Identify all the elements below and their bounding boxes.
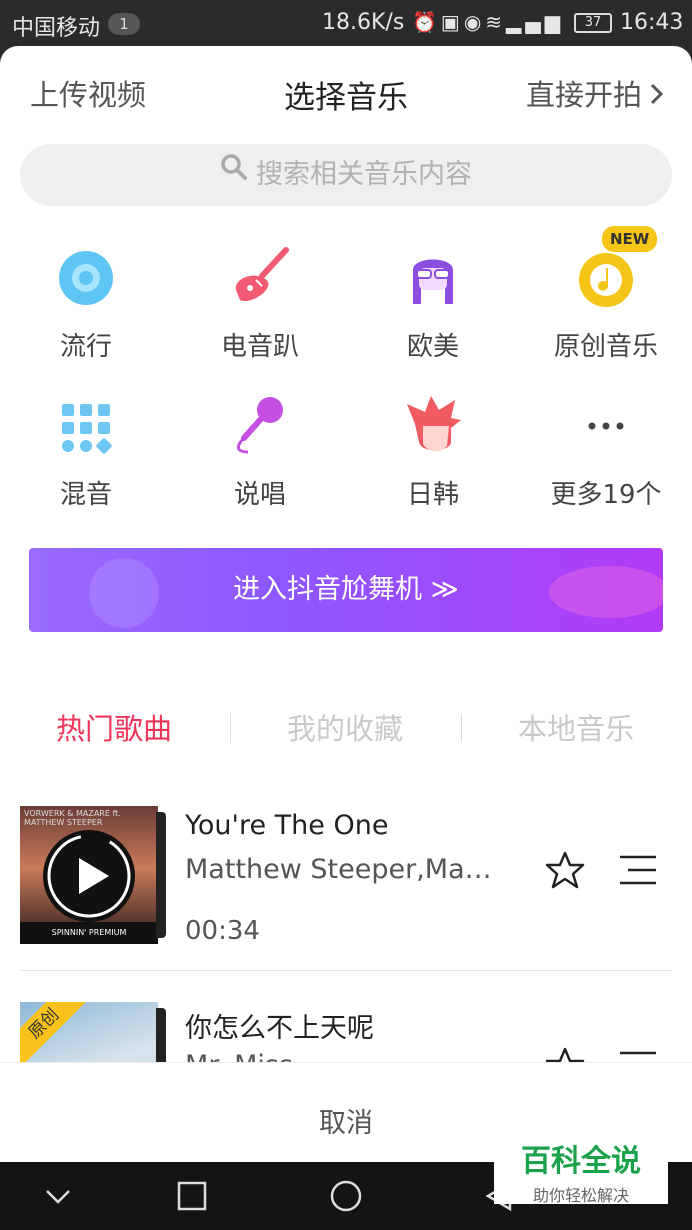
new-badge: NEW xyxy=(602,226,658,252)
clock: 16:43 xyxy=(620,10,684,35)
category-original[interactable]: 原创音乐 xyxy=(526,246,686,363)
category-label: 更多19个 xyxy=(550,480,662,510)
sunglasses-face-icon xyxy=(401,246,465,310)
watermark: 百科全说 助你轻松解决 xyxy=(494,1130,668,1205)
grid-dots-icon xyxy=(54,394,118,458)
category-jpkr[interactable]: 日韩 xyxy=(353,394,513,511)
category-western[interactable]: 欧美 xyxy=(353,246,513,363)
cover-footer: SPINNIN' PREMIUM xyxy=(20,922,158,944)
category-label: 流行 xyxy=(59,332,112,362)
menu-lines-icon[interactable] xyxy=(618,854,658,890)
tab-divider xyxy=(230,714,231,742)
music-tabs: 热门歌曲 我的收藏 本地音乐 xyxy=(0,706,692,766)
song-title: You're The One xyxy=(185,810,389,841)
electric-guitar-icon xyxy=(228,246,292,310)
vinyl-edge xyxy=(156,812,166,938)
shoot-directly-button[interactable]: 直接开拍 xyxy=(526,72,664,114)
favorite-star-icon[interactable] xyxy=(544,850,586,894)
song-duration: 00:34 xyxy=(185,916,260,946)
banner-decoration xyxy=(89,558,159,628)
song-artist: Matthew Steeper,Mazar... xyxy=(185,854,505,885)
picker-header: 上传视频 选择音乐 直接开拍 xyxy=(0,46,692,138)
nav-home-icon[interactable] xyxy=(328,1179,364,1217)
dance-banner-label: 进入抖音尬舞机 xyxy=(233,574,423,605)
tab-hot-songs[interactable]: 热门歌曲 xyxy=(24,706,204,748)
nav-collapse-chevron-icon[interactable] xyxy=(44,1179,72,1217)
carrier-name: 中国移动 xyxy=(12,16,101,41)
category-label: 电音趴 xyxy=(220,332,299,362)
category-label: 欧美 xyxy=(406,332,459,362)
eye-icon: ◉ xyxy=(463,10,486,34)
dance-machine-banner[interactable]: 进入抖音尬舞机 ≫ xyxy=(29,548,663,632)
nav-recents-icon[interactable] xyxy=(176,1179,208,1217)
original-ribbon: 原创 xyxy=(20,1002,90,1070)
music-note-disc-icon xyxy=(574,246,638,310)
search-input[interactable]: 搜索相关音乐内容 xyxy=(20,144,672,206)
watermark-subtitle: 助你轻松解决 xyxy=(532,1186,629,1205)
category-label: 日韩 xyxy=(406,480,459,510)
category-electronic[interactable]: 电音趴 xyxy=(180,246,340,363)
category-rap[interactable]: 说唱 xyxy=(180,394,340,511)
status-bar: 中国移动 1 18.6K/s ⏰▣◉≋▂▄▆ 37 16:43 xyxy=(0,0,692,46)
wifi-icon: ≋ xyxy=(485,10,507,34)
microphone-icon xyxy=(228,394,292,458)
vinyl-disc-icon xyxy=(54,246,118,310)
category-more[interactable]: 更多19个 xyxy=(526,394,686,511)
anime-head-icon xyxy=(401,394,465,458)
category-label: 混音 xyxy=(59,480,112,510)
status-icons: ⏰▣◉≋▂▄▆ xyxy=(412,10,564,34)
music-picker-sheet: 上传视频 选择音乐 直接开拍 搜索相关音乐内容 流行 电音趴 欧美 原创音乐 N… xyxy=(0,46,692,1162)
row-divider xyxy=(20,970,672,971)
battery-indicator: 37 xyxy=(574,13,612,33)
more-dots-icon xyxy=(574,394,638,458)
song-row[interactable]: VORWERK & MAZARE ft. MATTHEW STEEPER SPI… xyxy=(0,806,692,972)
category-label: 原创音乐 xyxy=(553,332,658,362)
category-label: 说唱 xyxy=(233,480,286,510)
double-chevron-icon: ≫ xyxy=(430,574,459,605)
shoot-directly-label: 直接开拍 xyxy=(525,78,642,112)
play-button[interactable] xyxy=(43,830,135,922)
category-pop[interactable]: 流行 xyxy=(6,246,166,363)
album-cover[interactable]: VORWERK & MAZARE ft. MATTHEW STEEPER SPI… xyxy=(20,806,158,944)
hd-icon: ▣ xyxy=(440,10,464,34)
cover-caption: VORWERK & MAZARE ft. MATTHEW STEEPER xyxy=(24,809,121,827)
search-icon xyxy=(220,142,248,204)
tab-local-music[interactable]: 本地音乐 xyxy=(486,706,666,748)
watermark-title: 百科全说 xyxy=(521,1144,641,1179)
song-title: 你怎么不上天呢 xyxy=(185,1013,374,1044)
search-placeholder: 搜索相关音乐内容 xyxy=(256,159,472,190)
network-speed: 18.6K/s xyxy=(322,10,405,35)
alarm-icon: ⏰ xyxy=(412,10,441,34)
signal-icon: ▂▄▆ xyxy=(506,10,565,34)
tab-divider xyxy=(461,714,462,742)
tab-favorites[interactable]: 我的收藏 xyxy=(255,706,435,748)
planet-decoration xyxy=(549,566,663,618)
sim-badge: 1 xyxy=(108,13,140,35)
chevron-right-icon xyxy=(650,78,664,112)
category-remix[interactable]: 混音 xyxy=(6,394,166,511)
